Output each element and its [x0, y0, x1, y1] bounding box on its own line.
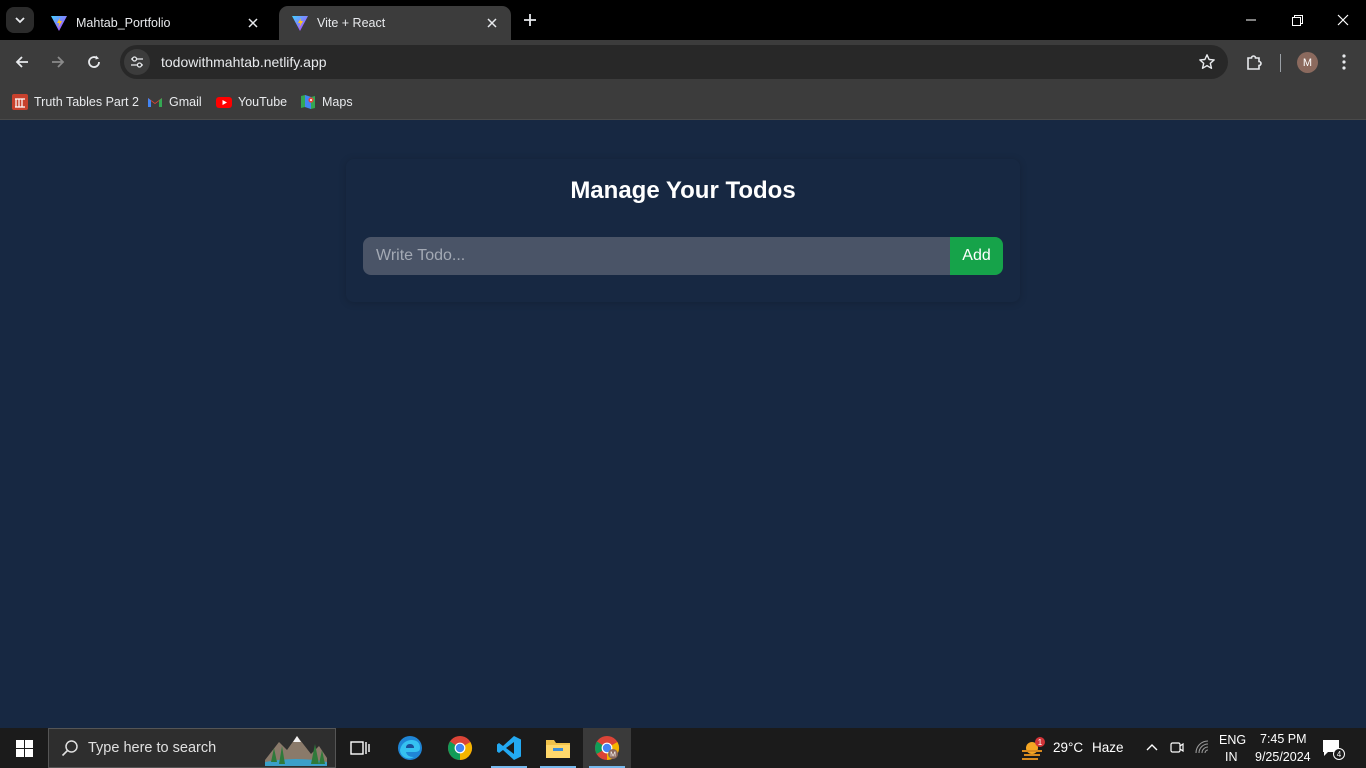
bookmark-label: YouTube	[238, 95, 288, 109]
weather-haze-icon: 1	[1022, 737, 1045, 760]
action-center-button[interactable]: 4	[1322, 737, 1346, 761]
bookmark-truth-tables[interactable]: Truth Tables Part 2	[12, 92, 139, 112]
todo-form: Add	[363, 237, 1003, 275]
task-view-icon	[350, 741, 370, 755]
vite-icon	[292, 16, 308, 31]
tab-title: Vite + React	[317, 16, 386, 30]
windows-logo-icon	[15, 739, 33, 757]
taskbar-edge[interactable]	[386, 728, 434, 768]
reload-icon	[88, 55, 100, 68]
bookmark-maps[interactable]: Maps	[300, 92, 353, 112]
chevron-down-icon	[15, 17, 25, 24]
vite-icon	[51, 16, 67, 31]
profile-avatar[interactable]: M	[1297, 52, 1318, 73]
todo-card: Manage Your Todos Add	[346, 159, 1020, 302]
start-button[interactable]	[0, 728, 48, 768]
reload-button[interactable]	[80, 48, 108, 76]
minimize-icon	[1246, 19, 1256, 21]
show-hidden-icons-button[interactable]	[1144, 739, 1160, 755]
chevron-up-icon	[1146, 744, 1158, 751]
bookmark-youtube[interactable]: YouTube	[216, 92, 287, 112]
clock-date[interactable]: 9/25/2024	[1255, 750, 1311, 764]
back-button[interactable]	[8, 48, 36, 76]
bookmark-gmail[interactable]: Gmail	[147, 92, 202, 112]
add-todo-button[interactable]: Add	[950, 237, 1003, 275]
tab-mahtab-portfolio[interactable]: Mahtab_Portfolio	[38, 6, 272, 40]
arrow-left-icon	[15, 56, 28, 68]
taskbar-file-explorer[interactable]	[534, 728, 582, 768]
weather-description[interactable]: Haze	[1092, 740, 1124, 755]
restore-icon	[1291, 14, 1303, 26]
new-tab-button[interactable]	[518, 8, 542, 32]
puzzle-icon	[1247, 55, 1262, 70]
chrome-icon: M	[595, 736, 620, 760]
vscode-icon	[497, 736, 521, 760]
tune-icon	[131, 56, 143, 68]
clock-time[interactable]: 7:45 PM	[1260, 732, 1307, 746]
svg-text:4: 4	[1337, 750, 1342, 759]
todo-input[interactable]	[363, 237, 950, 275]
toolbar-divider	[1280, 54, 1281, 72]
close-window-button[interactable]	[1320, 0, 1366, 40]
bookmark-star-icon[interactable]	[1198, 53, 1216, 71]
address-bar[interactable]: todowithmahtab.netlify.app	[120, 45, 1228, 79]
taskbar-chrome[interactable]	[436, 728, 484, 768]
bookmark-label: Truth Tables Part 2	[34, 95, 139, 109]
taskbar-search-box[interactable]: Type here to search	[48, 728, 336, 768]
input-language-line1[interactable]: ENG	[1219, 733, 1246, 747]
browser-menu-button[interactable]	[1330, 48, 1358, 76]
chrome-icon	[448, 736, 473, 760]
network-button[interactable]	[1194, 739, 1210, 755]
svg-text:1: 1	[1038, 738, 1043, 747]
bookmark-label: Gmail	[169, 95, 202, 109]
bookmark-label: Maps	[322, 95, 353, 109]
gmail-icon	[148, 98, 162, 107]
tab-title: Mahtab_Portfolio	[76, 16, 171, 30]
restore-button[interactable]	[1274, 0, 1320, 40]
extensions-button[interactable]	[1240, 48, 1268, 76]
folder-icon	[546, 740, 570, 758]
minimize-button[interactable]	[1228, 0, 1274, 40]
bookmark-site-icon	[12, 94, 28, 110]
weather-widget-icon[interactable]: 1	[1020, 736, 1046, 762]
taskbar-vscode[interactable]	[485, 728, 533, 768]
todo-app-page: Manage Your Todos Add	[0, 121, 1366, 728]
windows-taskbar: Type here to search M 1 29°C Haze ENG IN…	[0, 728, 1366, 768]
arrow-right-icon	[52, 56, 65, 68]
task-view-button[interactable]	[336, 728, 384, 768]
close-icon[interactable]	[483, 14, 501, 32]
bookmarks-bar: Truth Tables Part 2 Gmail YouTube Maps	[0, 85, 1366, 120]
wifi-icon	[1195, 740, 1209, 754]
more-vertical-icon	[1342, 54, 1346, 70]
search-highlight-illustration	[265, 736, 327, 766]
close-icon[interactable]	[244, 14, 262, 32]
camera-icon	[1170, 742, 1184, 753]
tab-vite-react[interactable]: Vite + React	[279, 6, 511, 40]
maps-icon	[301, 95, 315, 109]
notification-icon: 4	[1323, 740, 1345, 760]
site-info-button[interactable]	[124, 49, 150, 75]
search-placeholder: Type here to search	[88, 740, 217, 756]
page-title: Manage Your Todos	[570, 177, 796, 204]
browser-toolbar: todowithmahtab.netlify.app	[0, 40, 1366, 85]
taskbar-chrome-profile[interactable]: M	[583, 728, 631, 768]
close-icon	[1337, 14, 1349, 26]
browser-tab-strip: Mahtab_Portfolio Vite + React	[0, 0, 1366, 40]
input-language-line2[interactable]: IN	[1225, 750, 1238, 764]
edge-icon	[398, 736, 422, 760]
meet-now-button[interactable]	[1169, 739, 1185, 755]
svg-text:M: M	[610, 752, 616, 759]
url-text[interactable]: todowithmahtab.netlify.app	[161, 54, 327, 70]
plus-icon	[524, 14, 536, 26]
youtube-icon	[216, 97, 232, 108]
tab-search-button[interactable]	[6, 7, 34, 33]
search-icon	[61, 740, 78, 757]
forward-button[interactable]	[44, 48, 72, 76]
weather-temperature[interactable]: 29°C	[1053, 740, 1083, 755]
